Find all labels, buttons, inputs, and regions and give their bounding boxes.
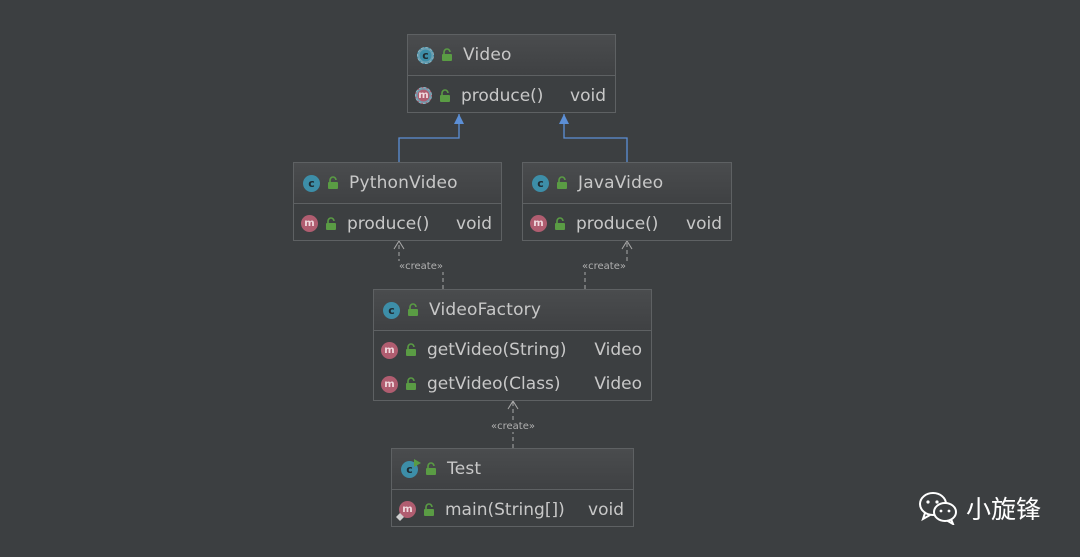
method-row-get-video-string[interactable]: m getVideo(String) Video (374, 333, 651, 367)
watermark-author: 小旋锋 (966, 495, 1042, 524)
method-signature: produce() (347, 213, 430, 234)
public-lock-icon (406, 343, 416, 356)
class-header-java-video[interactable]: c JavaVideo (523, 163, 731, 204)
return-type: Video (594, 340, 642, 360)
method-row-get-video-class[interactable]: m getVideo(Class) Video (374, 367, 651, 401)
create-label-java: «create» (581, 261, 627, 272)
method-signature: getVideo(String) (427, 340, 567, 360)
class-header-test[interactable]: c Test (392, 449, 633, 490)
public-lock-icon (328, 176, 338, 189)
method-signature: getVideo(Class) (427, 374, 561, 394)
inheritance-edge-python-video (398, 114, 460, 162)
abstract-method-icon: m (415, 87, 432, 104)
wechat-icon (919, 492, 957, 525)
static-marker-icon (396, 513, 404, 521)
method-row-test-main[interactable]: m main(String[]) void (392, 492, 633, 527)
class-box-video[interactable]: c Video m produce() void (407, 34, 616, 113)
method-icon: m (381, 375, 398, 393)
return-type: void (570, 85, 606, 106)
public-lock-icon (408, 303, 418, 316)
method-row-python-produce[interactable]: m produce() void (294, 206, 501, 241)
class-name-video-factory: VideoFactory (429, 300, 542, 320)
class-header-python-video[interactable]: c PythonVideo (294, 163, 501, 204)
class-name-video: Video (463, 45, 512, 65)
create-label-python: «create» (398, 261, 444, 272)
class-box-video-factory[interactable]: c VideoFactory m getVideo(String) Video … (373, 289, 652, 401)
class-icon: c (303, 174, 320, 192)
return-type: void (588, 499, 624, 520)
method-row-video-produce[interactable]: m produce() void (408, 78, 615, 113)
create-label-test: «create» (490, 421, 536, 432)
method-icon: m (301, 215, 318, 232)
class-icon: c (383, 301, 400, 319)
public-lock-icon (326, 216, 336, 230)
class-icon: c (532, 174, 549, 192)
public-lock-icon (440, 88, 450, 102)
runnable-class-icon: c (401, 458, 421, 478)
run-badge-icon (414, 458, 421, 467)
public-lock-icon (424, 502, 434, 516)
class-name-python-video: PythonVideo (349, 173, 458, 193)
class-header-video-factory[interactable]: c VideoFactory (374, 290, 651, 331)
abstract-class-icon: c (417, 46, 434, 64)
class-icon-letter: c (406, 462, 413, 476)
class-box-java-video[interactable]: c JavaVideo m produce() void (522, 162, 732, 241)
static-method-icon: m (396, 501, 416, 521)
class-name-java-video: JavaVideo (578, 173, 664, 193)
public-lock-icon (555, 216, 565, 230)
method-signature: main(String[]) (445, 499, 565, 520)
return-type: void (456, 213, 492, 234)
return-type: Video (594, 374, 642, 394)
method-signature: produce() (461, 85, 544, 106)
method-icon: m (530, 215, 547, 232)
class-box-test[interactable]: c Test m main(String[]) void (391, 448, 634, 527)
inheritance-edge-java-video (563, 114, 628, 162)
inheritance-arrowhead-java (559, 114, 569, 124)
return-type: void (686, 213, 722, 234)
method-row-java-produce[interactable]: m produce() void (523, 206, 731, 241)
method-icon: m (381, 341, 398, 359)
method-signature: produce() (576, 213, 659, 234)
public-lock-icon (442, 48, 452, 61)
watermark: 小旋锋 (918, 490, 1041, 526)
public-lock-icon (426, 462, 436, 475)
inheritance-arrowhead-python (454, 114, 464, 124)
public-lock-icon (406, 377, 416, 390)
class-name-test: Test (447, 459, 482, 479)
class-header-video[interactable]: c Video (408, 35, 615, 76)
public-lock-icon (557, 176, 567, 189)
class-box-python-video[interactable]: c PythonVideo m produce() void (293, 162, 502, 241)
